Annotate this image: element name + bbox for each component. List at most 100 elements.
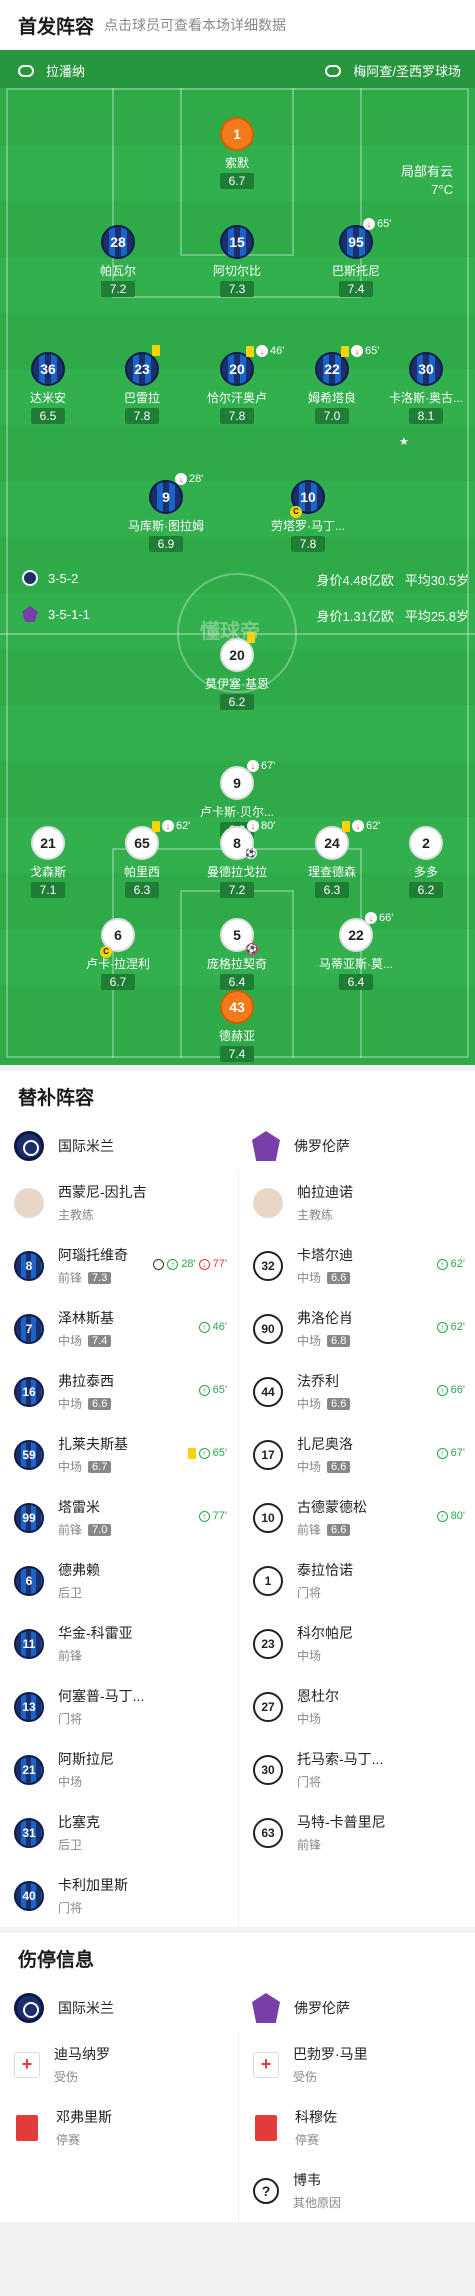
- sub-row[interactable]: 40 卡利加里斯 门将: [0, 1864, 237, 1927]
- sub-events: ↑ 80': [436, 1510, 465, 1522]
- own-goal-icon: ⚽: [246, 943, 258, 955]
- player-name: 恰尔汗奥卢: [206, 391, 267, 405]
- player-name: 劳塔罗·马丁...: [271, 519, 345, 533]
- player-rating: 6.5: [31, 408, 65, 424]
- player-name: 马库斯·图拉姆: [128, 519, 204, 533]
- sub-row[interactable]: 27 恩杜尔 中场: [239, 1675, 475, 1738]
- coach-row[interactable]: 西蒙尼-因扎吉 主教练: [0, 1171, 237, 1234]
- away-injuries: 巴勃罗·马里受伤 科穆佐停赛 ?博韦其他原因: [238, 2033, 475, 2222]
- injury-row[interactable]: 邓弗里斯 停赛: [0, 2096, 237, 2159]
- sub-row[interactable]: 6 德弗赖 后卫: [0, 1549, 237, 1612]
- sub-row[interactable]: 99 塔雷米 前锋 7.0 ↑ 77': [0, 1486, 237, 1549]
- player-name: 卡洛斯·奥古...: [389, 391, 463, 405]
- sub-in-icon: ↑: [167, 1258, 179, 1270]
- player-away-mid2[interactable]: 65 帕里西 6.3: [87, 826, 197, 899]
- red-card-icon: [16, 2114, 38, 2141]
- player-number: 22: [315, 352, 349, 386]
- player-name: 卢卡斯·贝尔...: [200, 805, 274, 819]
- sub-row[interactable]: 32 卡塔尔迪 中场 6.6 ↑ 62': [239, 1234, 475, 1297]
- sub-row[interactable]: 16 弗拉泰西 中场 6.6 ↑ 65': [0, 1360, 237, 1423]
- player-home-fw1[interactable]: 9 马库斯·图拉姆 6.9: [111, 480, 221, 553]
- lineup-subtitle: 点击球员可查看本场详细数据: [104, 17, 287, 33]
- player-home-def3[interactable]: 95 巴斯托尼 7.4: [301, 225, 411, 298]
- sub-row[interactable]: 17 扎尼奥洛 中场 6.6 ↑ 67': [239, 1423, 475, 1486]
- sub-row[interactable]: 44 法乔利 中场 6.6 ↑ 66': [239, 1360, 475, 1423]
- star-icon: ★: [399, 436, 409, 448]
- player-home-mid5[interactable]: 30 卡洛斯·奥古... 8.1: [371, 352, 475, 425]
- player-away-def1[interactable]: 6 卢卡·拉涅利 6.7: [63, 918, 173, 991]
- home-injuries: 迪马纳罗受伤 邓弗里斯停赛: [0, 2033, 237, 2222]
- player-number: 30: [409, 352, 443, 386]
- player-away-gk[interactable]: 43 德赫亚 7.4: [182, 990, 292, 1063]
- sub-row[interactable]: 8 阿瑙托维奇 前锋 7.3 ↑ 28' ↓ 77': [0, 1234, 237, 1297]
- sub-events: ↑ 67': [436, 1447, 465, 1459]
- player-away-fw[interactable]: 20 莫伊塞·基恩 6.2: [182, 638, 292, 711]
- yellow-card-icon: [342, 820, 350, 832]
- player-number: 23: [125, 352, 159, 386]
- referee-name: 拉潘纳: [46, 64, 86, 79]
- away-team: 佛罗伦萨: [238, 1983, 475, 2033]
- player-away-mid5[interactable]: 2 多多 6.2: [371, 826, 475, 899]
- player-rating: 6.4: [339, 974, 373, 990]
- player-away-def2[interactable]: 5 庞格拉契奇 6.4: [182, 918, 292, 991]
- player-number: 1: [220, 117, 254, 151]
- injury-row[interactable]: 科穆佐 停赛: [239, 2096, 475, 2159]
- sub-out-icon: ↓: [351, 345, 363, 357]
- sub-row[interactable]: 23 科尔帕尼 中场: [239, 1612, 475, 1675]
- player-rating: 6.3: [315, 882, 349, 898]
- player-away-mid3[interactable]: 8 曼德拉戈拉 7.2: [182, 826, 292, 899]
- sub-out-event: ↓ 67': [247, 760, 275, 772]
- coach-avatar: [14, 1187, 44, 1218]
- sub-row[interactable]: 63 马特-卡普里尼 前锋: [239, 1801, 475, 1864]
- sub-events: ↑ 65': [187, 1447, 227, 1459]
- home-stats: 身价4.48亿欧 平均30.5岁: [316, 573, 469, 588]
- sub-row[interactable]: 10 古德蒙德松 前锋 6.6 ↑ 80': [239, 1486, 475, 1549]
- sub-events: ↑ 66': [436, 1384, 465, 1396]
- injury-row[interactable]: ? 博韦 其他原因: [239, 2159, 475, 2222]
- sub-out-event: ↓ 65': [363, 218, 391, 230]
- injury-row[interactable]: 巴勃罗·马里受伤: [239, 2033, 475, 2096]
- sub-out-icon: ↓: [247, 760, 259, 772]
- coach-avatar: [253, 1187, 283, 1218]
- sub-events: ↑ 62': [436, 1258, 465, 1270]
- sub-row[interactable]: 1 泰拉恰诺 门将: [239, 1549, 475, 1612]
- team-name: 佛罗伦萨: [294, 1138, 350, 1154]
- sub-out-event: ↓ 80': [247, 820, 275, 832]
- fiorentina-logo-icon: [22, 606, 38, 622]
- player-home-fw2[interactable]: 10 劳塔罗·马丁... 7.8: [253, 480, 363, 553]
- injury-row[interactable]: 迪马纳罗受伤: [0, 2033, 237, 2096]
- away-stats: 身价1.31亿欧 平均25.8岁: [316, 609, 469, 624]
- player-home-mid2[interactable]: 23 巴雷拉 7.8: [87, 352, 197, 425]
- ball-icon: [153, 1258, 165, 1270]
- player-home-def2[interactable]: 15 阿切尔比 7.3: [182, 225, 292, 298]
- sub-out-icon: ↓: [162, 820, 174, 832]
- injury-rows: 迪马纳罗受伤 邓弗里斯停赛 巴勃罗·马里受伤 科穆佐停赛 ?博韦其他原因: [0, 2033, 475, 2222]
- sub-out-icon: ↓: [365, 912, 377, 924]
- subs-header: 替补阵容: [0, 1071, 475, 1121]
- home-team: 国际米兰: [0, 1983, 237, 2033]
- weather-temp: 7°C: [431, 182, 453, 197]
- player-number: 43: [220, 990, 254, 1024]
- whistle-icon: [18, 64, 34, 77]
- coach-row[interactable]: 帕拉迪诺 主教练: [239, 1171, 475, 1234]
- player-name: 曼德拉戈拉: [206, 865, 267, 879]
- sub-row[interactable]: 21 阿斯拉尼 中场: [0, 1738, 237, 1801]
- player-rating: 7.3: [220, 281, 254, 297]
- sub-row[interactable]: 59 扎莱夫斯基 中场 6.7 ↑ 65': [0, 1423, 237, 1486]
- sub-row[interactable]: 31 比塞克 后卫: [0, 1801, 237, 1864]
- captain-icon: C: [100, 946, 112, 958]
- player-home-mid3[interactable]: 20 恰尔汗奥卢 7.8: [182, 352, 292, 425]
- player-rating: 6.9: [149, 536, 183, 552]
- player-away-def3[interactable]: 22 马蒂亚斯·莫... 6.4: [301, 918, 411, 991]
- sub-row[interactable]: 30 托马索-马丁... 门将: [239, 1738, 475, 1801]
- sub-row[interactable]: 90 弗洛伦肖 中场 6.8 ↑ 62': [239, 1297, 475, 1360]
- sub-in-icon: ↑: [436, 1258, 448, 1270]
- weather: 局部有云 7°C: [401, 163, 453, 199]
- player-home-gk[interactable]: 1 索默 6.7: [182, 117, 292, 190]
- player-home-def1[interactable]: 28 帕瓦尔 7.2: [63, 225, 173, 298]
- player-number: 2: [409, 826, 443, 860]
- injuries-team-head: 国际米兰 佛罗伦萨: [0, 1983, 475, 2033]
- sub-row[interactable]: 13 何塞普-马丁... 门将: [0, 1675, 237, 1738]
- sub-row[interactable]: 11 华金-科雷亚 前锋: [0, 1612, 237, 1675]
- sub-row[interactable]: 7 泽林斯基 中场 7.4 ↑ 46': [0, 1297, 237, 1360]
